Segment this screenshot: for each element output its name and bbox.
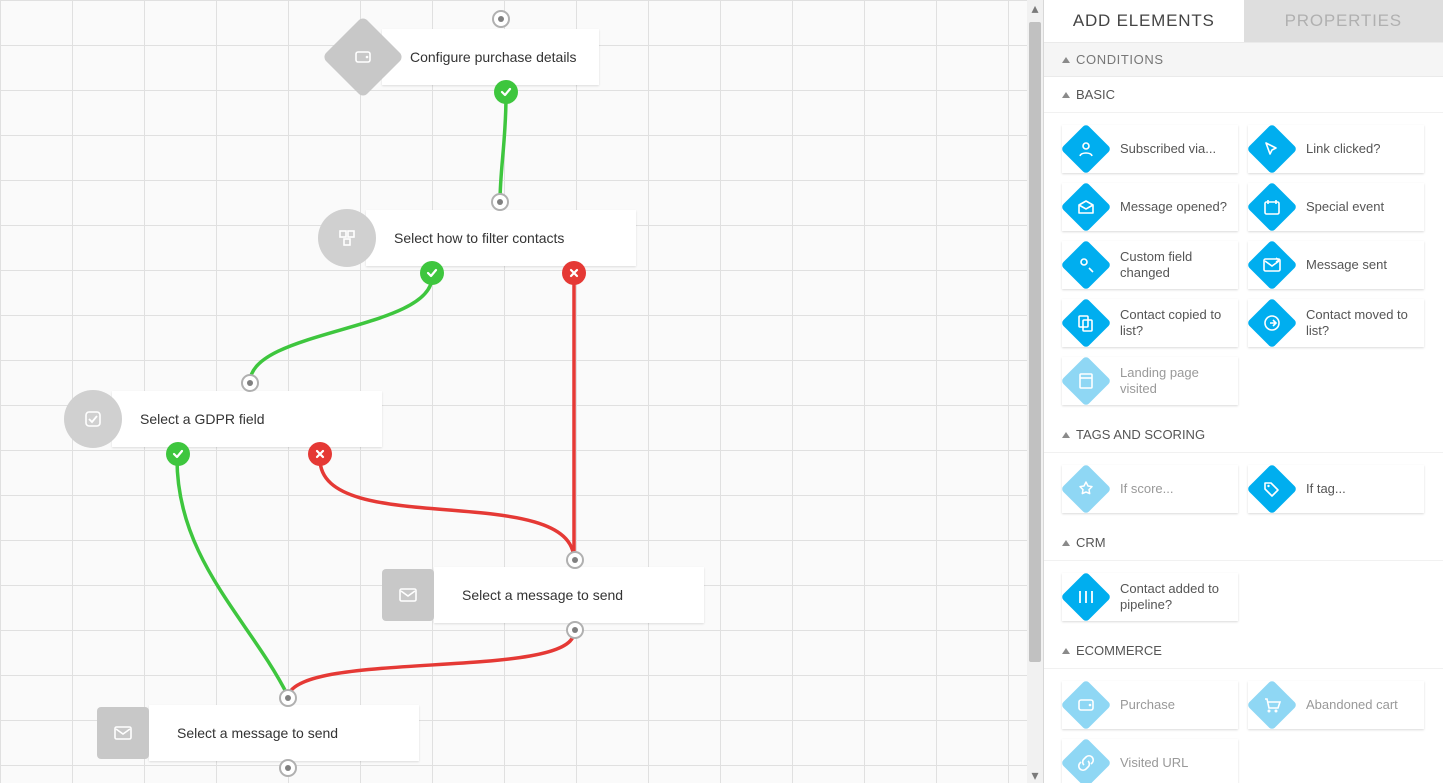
- port-out-no[interactable]: [308, 442, 332, 466]
- node-configure-purchase[interactable]: Configure purchase details: [334, 28, 599, 86]
- star-icon: [1062, 465, 1110, 513]
- chevron-up-icon: [1062, 92, 1070, 98]
- scrollbar-thumb[interactable]: [1029, 22, 1041, 662]
- tile-label: Link clicked?: [1296, 141, 1390, 157]
- node-message-2[interactable]: Select a message to send: [97, 705, 419, 761]
- sidebar: ADD ELEMENTS PROPERTIES CONDITIONS BASIC…: [1043, 0, 1443, 783]
- chevron-up-icon: [1062, 540, 1070, 546]
- tile-label: Message opened?: [1110, 199, 1237, 215]
- port-in[interactable]: [241, 374, 259, 392]
- port-in[interactable]: [566, 551, 584, 569]
- tab-properties[interactable]: PROPERTIES: [1244, 0, 1443, 42]
- tile-label: Subscribed via...: [1110, 141, 1226, 157]
- chevron-up-icon: [1062, 648, 1070, 654]
- port-out[interactable]: [566, 621, 584, 639]
- port-in[interactable]: [492, 10, 510, 28]
- tile-label: Abandoned cart: [1296, 697, 1408, 713]
- subsection-basic[interactable]: BASIC: [1044, 77, 1443, 113]
- port-out[interactable]: [279, 759, 297, 777]
- link-icon: [1062, 739, 1110, 783]
- node-label: Select how to filter contacts: [394, 230, 564, 246]
- tab-label: ADD ELEMENTS: [1073, 11, 1215, 31]
- tile-label: Message sent: [1296, 257, 1397, 273]
- tab-label: PROPERTIES: [1285, 11, 1402, 31]
- cart-icon: [1248, 681, 1296, 729]
- tile-label: Custom field changed: [1110, 249, 1238, 282]
- subsection-ecommerce[interactable]: ECOMMERCE: [1044, 633, 1443, 669]
- port-out-no[interactable]: [562, 261, 586, 285]
- port-out-yes[interactable]: [166, 442, 190, 466]
- section-conditions[interactable]: CONDITIONS: [1044, 42, 1443, 77]
- tile-send[interactable]: Message sent: [1248, 241, 1424, 289]
- node-filter-contacts[interactable]: Select how to filter contacts: [318, 209, 636, 267]
- node-label: Configure purchase details: [410, 49, 577, 65]
- chevron-up-icon: [1062, 57, 1070, 63]
- port-in[interactable]: [491, 193, 509, 211]
- workflow-canvas[interactable]: Configure purchase details Select how to…: [0, 0, 1043, 783]
- scroll-up-icon[interactable]: ▴: [1027, 0, 1043, 16]
- node-message-1[interactable]: Select a message to send: [382, 567, 704, 623]
- tile-label: Contact moved to list?: [1296, 307, 1424, 340]
- tile-label: Landing page visited: [1110, 365, 1238, 398]
- tile-user[interactable]: Subscribed via...: [1062, 125, 1238, 173]
- open-icon: [1062, 183, 1110, 231]
- section-label: CONDITIONS: [1076, 52, 1164, 67]
- wallet-icon: [1062, 681, 1110, 729]
- tile-copy[interactable]: Contact copied to list?: [1062, 299, 1238, 347]
- subsection-label: CRM: [1076, 535, 1106, 550]
- node-label: Select a message to send: [177, 725, 338, 741]
- tile-label: If score...: [1110, 481, 1183, 497]
- subsection-crm[interactable]: CRM: [1044, 525, 1443, 561]
- tile-link[interactable]: Visited URL: [1062, 739, 1238, 783]
- tile-field[interactable]: Custom field changed: [1062, 241, 1238, 289]
- tab-add-elements[interactable]: ADD ELEMENTS: [1044, 0, 1244, 42]
- click-icon: [1248, 125, 1296, 173]
- subsection-label: TAGS AND SCORING: [1076, 427, 1205, 442]
- chevron-up-icon: [1062, 432, 1070, 438]
- tile-click[interactable]: Link clicked?: [1248, 125, 1424, 173]
- port-in[interactable]: [279, 689, 297, 707]
- copy-icon: [1062, 299, 1110, 347]
- tile-tag[interactable]: If tag...: [1248, 465, 1424, 513]
- tile-label: Purchase: [1110, 697, 1185, 713]
- sidebar-tabs: ADD ELEMENTS PROPERTIES: [1044, 0, 1443, 42]
- grid-icon: [318, 209, 376, 267]
- tile-pipe[interactable]: Contact added to pipeline?: [1062, 573, 1238, 621]
- tile-label: Contact added to pipeline?: [1110, 581, 1238, 614]
- tile-page[interactable]: Landing page visited: [1062, 357, 1238, 405]
- node-gdpr-field[interactable]: Select a GDPR field: [64, 390, 382, 448]
- subsection-tags[interactable]: TAGS AND SCORING: [1044, 417, 1443, 453]
- tile-star[interactable]: If score...: [1062, 465, 1238, 513]
- node-label: Select a message to send: [462, 587, 623, 603]
- tile-open[interactable]: Message opened?: [1062, 183, 1238, 231]
- user-icon: [1062, 125, 1110, 173]
- tag-icon: [1248, 465, 1296, 513]
- tile-label: Contact copied to list?: [1110, 307, 1238, 340]
- page-icon: [1062, 357, 1110, 405]
- tile-cart[interactable]: Abandoned cart: [1248, 681, 1424, 729]
- mail-icon: [97, 707, 149, 759]
- canvas-scrollbar[interactable]: ▴ ▾: [1027, 0, 1043, 783]
- tile-label: If tag...: [1296, 481, 1356, 497]
- subsection-label: BASIC: [1076, 87, 1115, 102]
- tile-wallet[interactable]: Purchase: [1062, 681, 1238, 729]
- subsection-label: ECOMMERCE: [1076, 643, 1162, 658]
- move-icon: [1248, 299, 1296, 347]
- port-out-yes[interactable]: [494, 80, 518, 104]
- tile-event[interactable]: Special event: [1248, 183, 1424, 231]
- tile-label: Special event: [1296, 199, 1394, 215]
- checkbox-icon: [64, 390, 122, 448]
- port-out-yes[interactable]: [420, 261, 444, 285]
- node-label: Select a GDPR field: [140, 411, 265, 427]
- scroll-down-icon[interactable]: ▾: [1027, 767, 1043, 783]
- tile-label: Visited URL: [1110, 755, 1198, 771]
- tile-move[interactable]: Contact moved to list?: [1248, 299, 1424, 347]
- event-icon: [1248, 183, 1296, 231]
- pipe-icon: [1062, 573, 1110, 621]
- mail-icon: [382, 569, 434, 621]
- field-icon: [1062, 241, 1110, 289]
- send-icon: [1248, 241, 1296, 289]
- wallet-icon: [334, 28, 392, 86]
